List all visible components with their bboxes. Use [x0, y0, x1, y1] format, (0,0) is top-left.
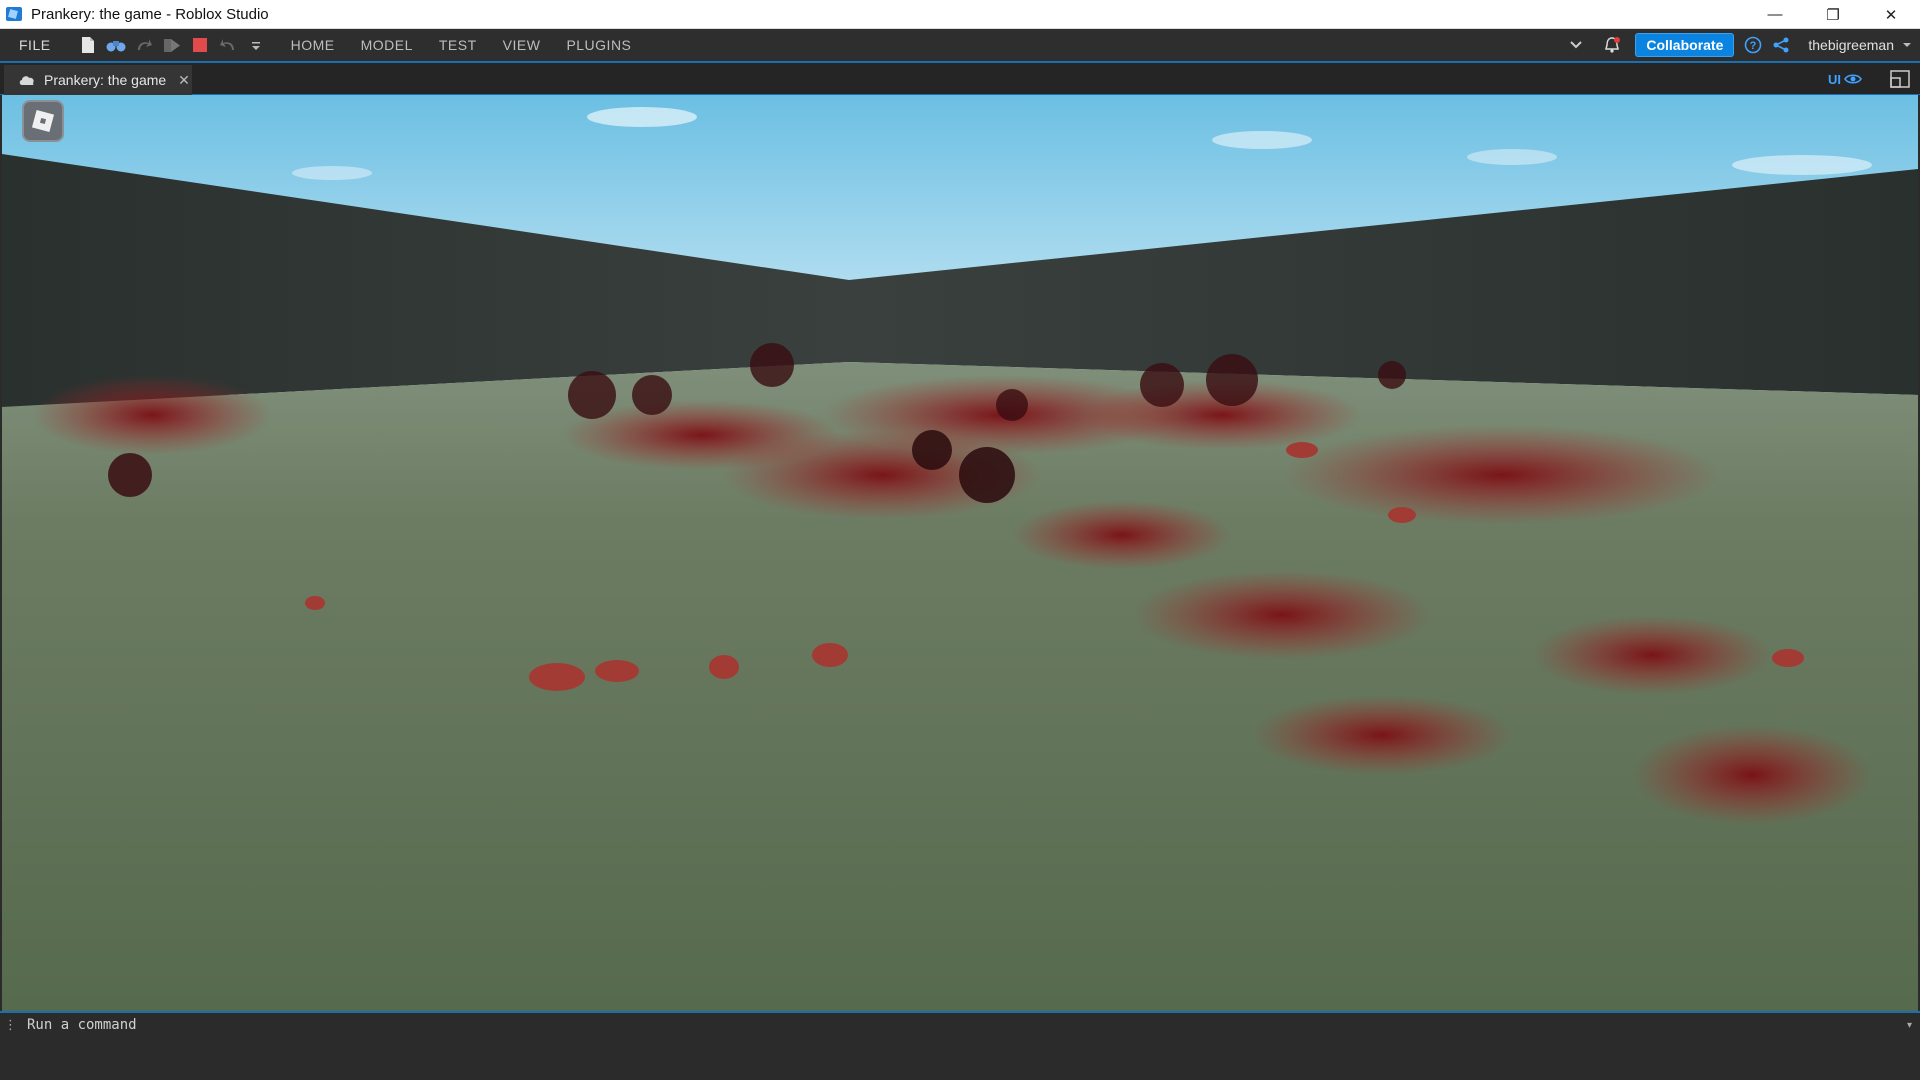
close-tab-icon[interactable]: ✕: [178, 72, 190, 89]
menu-bar: FILE HOME MODEL TEST VIEW PLUGINS Collab…: [0, 29, 1920, 63]
tab-model[interactable]: MODEL: [361, 37, 413, 53]
tab-view[interactable]: VIEW: [503, 37, 541, 53]
notification-bell-icon[interactable]: [1601, 34, 1623, 56]
command-input[interactable]: [25, 1014, 1907, 1036]
account-chevron-icon[interactable]: [1900, 34, 1914, 56]
chevron-down-icon[interactable]: [1565, 34, 1587, 56]
collaborate-button[interactable]: Collaborate: [1635, 33, 1735, 57]
stop-icon[interactable]: [189, 34, 211, 56]
drag-handle-icon[interactable]: ⋮: [4, 1017, 17, 1033]
3d-viewport[interactable]: [2, 95, 1918, 1011]
restore-button[interactable]: ❐: [1804, 0, 1862, 29]
svg-text:?: ?: [1750, 40, 1757, 52]
binoculars-icon[interactable]: [105, 34, 127, 56]
file-menu[interactable]: FILE: [19, 37, 51, 53]
roblox-logo-icon: [31, 109, 55, 133]
window-dock-icon[interactable]: [1890, 70, 1910, 88]
document-tab[interactable]: Prankery: the game ✕: [4, 65, 192, 95]
tab-plugins[interactable]: PLUGINS: [566, 37, 631, 53]
eye-icon: [1844, 74, 1862, 84]
tab-home[interactable]: HOME: [291, 37, 335, 53]
ui-visibility-toggle[interactable]: UI: [1828, 72, 1862, 87]
document-tab-label: Prankery: the game: [44, 72, 167, 88]
customize-icon[interactable]: [245, 34, 267, 56]
tab-test[interactable]: TEST: [439, 37, 477, 53]
cloud-icon: [18, 74, 36, 86]
ribbon-tabs: HOME MODEL TEST VIEW PLUGINS: [291, 37, 658, 53]
window-controls: — ❐ ✕: [1746, 0, 1920, 29]
close-window-button[interactable]: ✕: [1862, 0, 1920, 29]
roblox-menu-button[interactable]: [22, 100, 64, 142]
redo-icon[interactable]: [133, 34, 155, 56]
minimize-button[interactable]: —: [1746, 0, 1804, 29]
game-scene: [2, 95, 1918, 1011]
roblox-studio-icon: [5, 5, 23, 23]
command-dropdown-icon[interactable]: ▾: [1907, 1020, 1912, 1031]
share-icon[interactable]: [1770, 34, 1792, 56]
window-title: Prankery: the game - Roblox Studio: [31, 5, 269, 23]
new-file-icon[interactable]: [77, 34, 99, 56]
play-icon[interactable]: [161, 34, 183, 56]
undo-icon[interactable]: [217, 34, 239, 56]
status-area: [0, 1037, 1920, 1080]
tabstrip-right-tools: UI: [1828, 67, 1910, 91]
ribbon-right-tools: Collaborate ? thebigreeman: [1565, 29, 1920, 61]
help-icon[interactable]: ?: [1742, 34, 1764, 56]
window-titlebar: Prankery: the game - Roblox Studio — ❐ ✕: [0, 0, 1920, 29]
document-tab-strip: Prankery: the game ✕ UI: [0, 63, 1920, 95]
command-bar: ⋮ ▾: [0, 1011, 1920, 1037]
username-label[interactable]: thebigreeman: [1808, 37, 1894, 53]
ui-toggle-label: UI: [1828, 71, 1841, 87]
